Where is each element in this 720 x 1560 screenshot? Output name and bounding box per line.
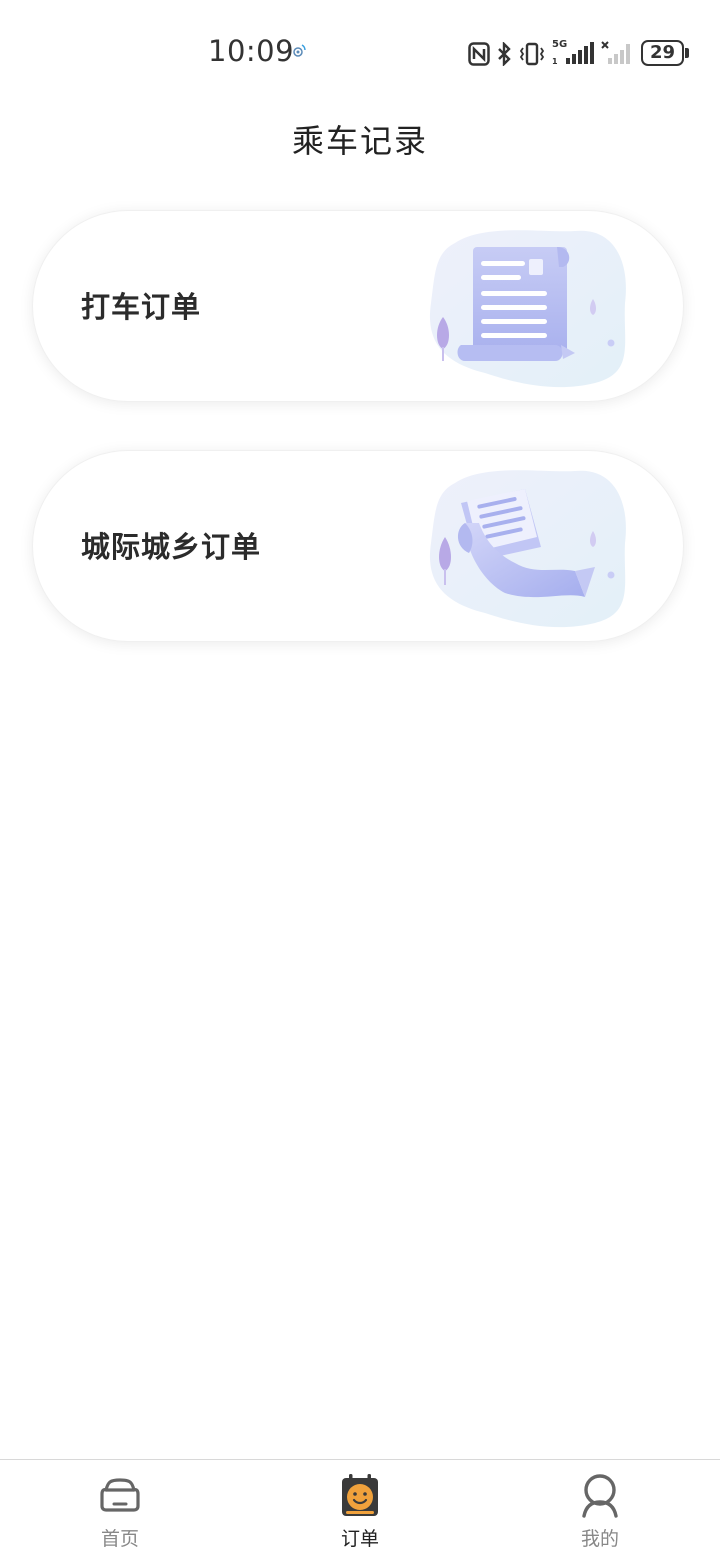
- nav-orders-label: 订单: [340, 1528, 379, 1550]
- page-title: 乘车记录: [291, 122, 428, 160]
- status-time: 10:09: [208, 34, 295, 68]
- signal-5g-icon: 5G 1: [552, 40, 596, 68]
- intercity-orders-label: 城际城乡订单: [81, 530, 262, 564]
- order-icon: [342, 1474, 378, 1516]
- person-icon: [582, 1474, 618, 1518]
- nav-mine-label: 我的: [580, 1528, 619, 1550]
- nav-orders[interactable]: 订单: [300, 1460, 420, 1560]
- nfc-icon: [468, 42, 490, 66]
- taxi-orders-label: 打车订单: [81, 290, 202, 324]
- signal-empty-icon: [601, 41, 630, 64]
- vibrate-icon: [519, 42, 545, 66]
- document-illustration-icon: [429, 230, 626, 388]
- battery-icon: 29: [641, 40, 689, 66]
- taxi-orders-card[interactable]: 打车订单: [32, 210, 684, 402]
- scroll-illustration-icon: [429, 470, 626, 628]
- intercity-orders-card[interactable]: 城际城乡订单: [32, 450, 684, 642]
- nav-mine[interactable]: 我的: [540, 1460, 660, 1560]
- battery-level: 29: [649, 42, 676, 63]
- status-bar: 10:09 5G 1 29: [0, 0, 720, 100]
- svg-text:1: 1: [552, 57, 558, 66]
- bluetooth-icon: [498, 42, 511, 66]
- notification-icon: [293, 44, 306, 57]
- bottom-nav: 首页 订单 我的: [0, 1459, 720, 1560]
- battery-tip: [685, 48, 689, 58]
- car-icon: [100, 1478, 140, 1512]
- nav-home-label: 首页: [100, 1528, 139, 1550]
- nav-home[interactable]: 首页: [60, 1460, 180, 1560]
